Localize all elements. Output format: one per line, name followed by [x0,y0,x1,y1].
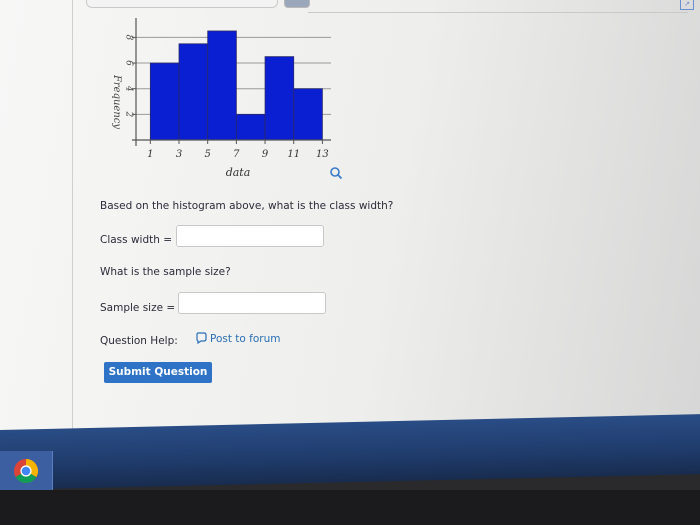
x-tick-label: 9 [262,149,269,160]
y-tick-label: 8 [124,35,134,41]
y-tick-label: 4 [124,85,134,92]
x-tick-labels: 1 3 5 7 9 11 13 [147,149,329,160]
y-tick-label: 6 [124,60,134,66]
divider [308,12,688,13]
x-axis-label: data [226,166,251,179]
magnifier-icon[interactable] [330,167,343,180]
x-tick-label: 3 [176,149,182,160]
speech-bubble-icon [196,332,207,345]
x-tick-label: 7 [233,149,240,160]
content-margin-line [72,0,73,440]
post-to-forum-link[interactable]: Post to forum [196,332,281,345]
class-width-input[interactable] [176,225,324,247]
x-tick-label: 1 [147,149,153,160]
browser-page: ↗ 2468 1 3 5 7 9 11 13 data Frequency Based on… [0,0,700,455]
x-tick-label: 5 [205,149,211,160]
x-tick-label: 11 [287,149,300,160]
histogram-bar [149,62,180,141]
histogram-bar [207,30,237,141]
top-control-left[interactable] [86,0,278,8]
question-class-width-prompt: Based on the histogram above, what is th… [100,200,394,212]
sample-size-input[interactable] [178,292,326,314]
y-axis-label: Frequency [111,74,122,129]
question-help-label: Question Help: [100,335,178,347]
histogram-bar [293,88,323,141]
question-sample-size-prompt: What is the sample size? [100,266,231,278]
desk-surface [0,490,700,525]
submit-question-button[interactable]: Submit Question [104,362,212,383]
histogram-bar [264,56,295,141]
histogram-bar [235,113,266,141]
y-tick-labels: 2 4 6 8 [124,35,134,118]
class-width-label: Class width = [100,234,173,246]
x-tick-label: 13 [316,149,329,160]
sample-size-label: Sample size = [100,302,176,314]
popout-icon[interactable]: ↗ [680,0,694,10]
histogram-bars [149,30,323,141]
chrome-icon[interactable] [13,458,39,484]
histogram-bar [178,43,209,141]
top-control-right[interactable] [284,0,310,8]
y-tick-label: 2 [124,110,134,117]
post-to-forum-text[interactable]: Post to forum [210,333,281,345]
histogram-chart: 2468 1 3 5 7 9 11 13 data Frequency [111,18,343,180]
